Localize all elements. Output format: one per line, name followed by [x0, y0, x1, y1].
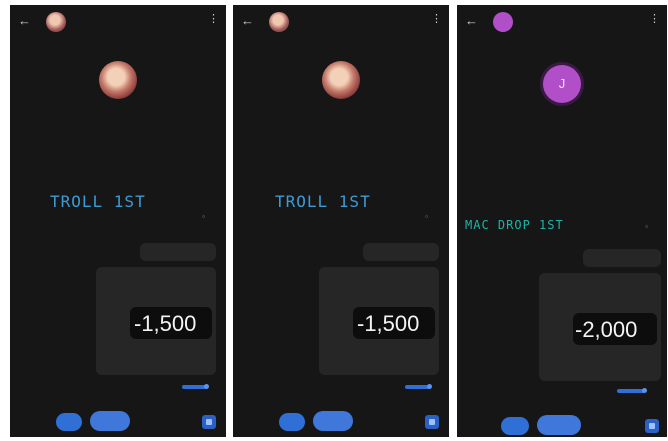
top-app-bar: ← ⋮	[457, 5, 667, 41]
payment-amount: -1,500	[134, 311, 197, 336]
top-app-bar: ← ⋮	[10, 5, 226, 41]
avatar-letter: J	[558, 76, 566, 91]
profile-avatar	[99, 61, 137, 99]
top-app-bar: ← ⋮	[233, 5, 449, 41]
reply-bubble	[583, 249, 661, 267]
pay-button[interactable]	[56, 413, 82, 431]
toggle-knob	[427, 384, 432, 389]
back-arrow-icon[interactable]: ←	[241, 14, 254, 28]
pay-button[interactable]	[279, 413, 305, 431]
request-button[interactable]	[90, 411, 130, 431]
sent-message-text: TROLL 1ST	[50, 192, 146, 211]
back-arrow-icon[interactable]: ←	[465, 14, 478, 28]
send-icon[interactable]	[645, 419, 659, 433]
more-vertical-icon[interactable]: ⋮	[208, 13, 219, 25]
reaction-icon[interactable]: ○	[202, 214, 205, 220]
back-arrow-icon[interactable]: ←	[18, 14, 31, 28]
chat-screen-2: ← ⋮ TROLL 1ST ○ -1,500	[233, 5, 449, 437]
payment-amount: -1,500	[357, 311, 420, 336]
send-icon[interactable]	[202, 415, 216, 429]
reaction-icon[interactable]: ○	[645, 224, 648, 230]
avatar[interactable]	[269, 12, 289, 32]
reaction-icon[interactable]: ○	[425, 214, 428, 220]
request-button[interactable]	[537, 415, 581, 435]
toggle-switch[interactable]	[617, 389, 645, 393]
request-button[interactable]	[313, 411, 353, 431]
chat-screen-3: ← ⋮ J MAC DROP 1ST ○ -2,000	[457, 5, 667, 437]
more-vertical-icon[interactable]: ⋮	[431, 13, 442, 25]
profile-avatar	[322, 61, 360, 99]
toggle-knob	[642, 388, 647, 393]
reply-bubble	[140, 243, 216, 261]
sent-message-text: MAC DROP 1ST	[465, 218, 564, 232]
avatar[interactable]	[493, 12, 513, 32]
avatar[interactable]	[46, 12, 66, 32]
pay-button[interactable]	[501, 417, 529, 435]
toggle-knob	[204, 384, 209, 389]
more-vertical-icon[interactable]: ⋮	[649, 13, 660, 25]
sent-message-text: TROLL 1ST	[275, 192, 371, 211]
send-icon[interactable]	[425, 415, 439, 429]
reply-bubble	[363, 243, 439, 261]
profile-avatar: J	[543, 65, 581, 103]
chat-screen-1: ← ⋮ TROLL 1ST ○ -1,500	[10, 5, 226, 437]
payment-amount: -2,000	[575, 317, 638, 342]
